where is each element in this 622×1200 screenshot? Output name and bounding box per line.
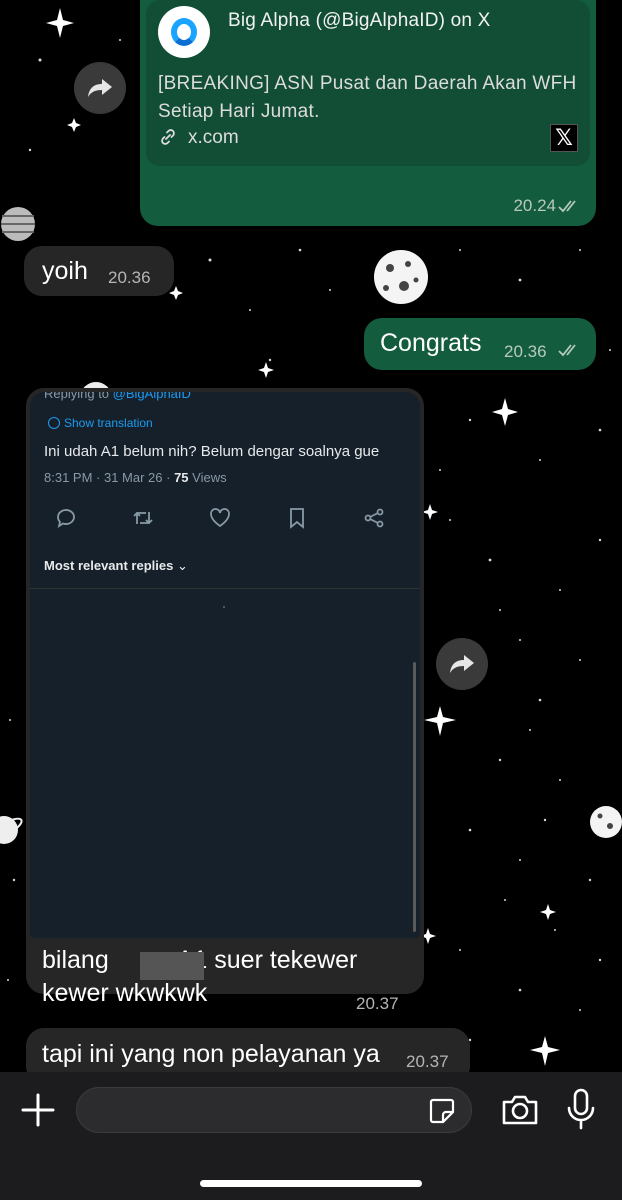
link-preview-bubble[interactable]: Big Alpha (@BigAlphaID) on X [BREAKING] …: [140, 0, 596, 226]
link-icon: [161, 129, 175, 145]
forward-icon: [88, 79, 112, 97]
reply-icon: [57, 509, 75, 528]
forward-button[interactable]: [74, 62, 126, 114]
retweet-icon: [133, 511, 153, 525]
sticker-icon[interactable]: [427, 1096, 457, 1126]
forward-icon: [450, 655, 474, 673]
message-text: yoih: [42, 257, 88, 285]
like-icon: [210, 508, 230, 528]
share-icon: [364, 508, 384, 528]
show-translation-link: Show translation: [64, 416, 153, 430]
translate-icon: [48, 417, 60, 429]
message-time: 20.37: [406, 1052, 449, 1071]
message-time: 20.24: [513, 196, 556, 215]
plus-icon[interactable]: [18, 1090, 58, 1130]
tweet-actions: [54, 506, 394, 530]
caption-line: kewer wkwkwk: [42, 979, 208, 1007]
tweet-text: Ini udah A1 belum nih? Belum dengar soal…: [44, 443, 380, 460]
home-indicator: [200, 1180, 422, 1187]
replying-to: Replying to @BigAlphaID: [44, 392, 191, 401]
forward-button[interactable]: [436, 638, 488, 690]
redaction-block: [140, 952, 204, 980]
message-text: tapi ini yang non pelayanan ya: [42, 1040, 380, 1068]
outgoing-message[interactable]: Congrats 20.36: [364, 318, 596, 370]
message-time: 20.36: [108, 268, 151, 287]
tweet-screenshot[interactable]: Replying to @BigAlphaID Show translation…: [30, 392, 420, 938]
x-logo-icon: 𝕏: [550, 124, 578, 152]
incoming-message[interactable]: yoih 20.36: [24, 246, 174, 296]
microphone-icon[interactable]: [566, 1088, 596, 1130]
tweet-meta: 8:31 PM · 31 Mar 26 · 75 Views: [44, 470, 227, 485]
double-check-icon: [558, 200, 576, 213]
most-relevant-replies: Most relevant replies ⌄: [44, 558, 188, 573]
message-time: 20.37: [356, 994, 399, 1013]
link-preview-avatar: [158, 6, 210, 58]
link-preview-card[interactable]: Big Alpha (@BigAlphaID) on X [BREAKING] …: [146, 0, 590, 166]
link-preview-title: Big Alpha (@BigAlphaID) on X: [228, 10, 491, 31]
camera-icon[interactable]: [500, 1092, 540, 1128]
message-text: Congrats: [380, 329, 482, 357]
link-preview-domain: x.com: [188, 127, 239, 148]
double-check-icon: [558, 344, 576, 357]
message-time: 20.36: [504, 342, 547, 361]
bookmark-icon: [290, 508, 304, 529]
message-input[interactable]: [76, 1087, 472, 1133]
divider: [30, 588, 420, 589]
link-preview-description: [BREAKING] ASN Pusat dan Daerah Akan WFH…: [158, 73, 577, 122]
image-message[interactable]: Replying to @BigAlphaID Show translation…: [26, 388, 424, 1013]
composer-bar: [0, 1072, 622, 1200]
scrollbar: [413, 662, 416, 932]
